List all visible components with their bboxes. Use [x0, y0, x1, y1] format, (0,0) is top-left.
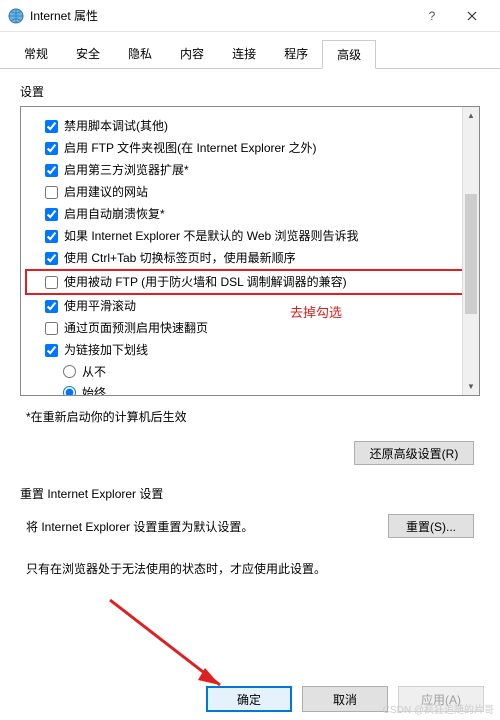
setting-item: 启用自动崩溃恢复*: [27, 203, 473, 225]
reset-section-label: 重置 Internet Explorer 设置: [20, 485, 480, 502]
setting-label: 启用自动崩溃恢复*: [64, 205, 165, 223]
radio-label: 始终: [82, 384, 106, 396]
settings-list: 禁用脚本调试(其他) 启用 FTP 文件夹视图(在 Internet Explo…: [20, 106, 480, 396]
setting-item: 启用 FTP 文件夹视图(在 Internet Explorer 之外): [27, 137, 473, 159]
checkbox[interactable]: [45, 230, 58, 243]
checkbox[interactable]: [45, 142, 58, 155]
tab-security[interactable]: 安全: [62, 40, 114, 68]
checkbox[interactable]: [45, 120, 58, 133]
setting-label: 使用被动 FTP (用于防火墙和 DSL 调制解调器的兼容): [64, 273, 347, 291]
restart-note: *在重新启动你的计算机后生效: [20, 396, 480, 441]
setting-label: 启用建议的网站: [64, 183, 148, 201]
restore-defaults-button[interactable]: 还原高级设置(R): [354, 441, 474, 465]
setting-label: 通过页面预测启用快速翻页: [64, 319, 208, 337]
checkbox[interactable]: [45, 164, 58, 177]
radio-item: 始终: [63, 382, 473, 396]
setting-item: 使用平滑滚动: [27, 295, 473, 317]
setting-item: 禁用脚本调试(其他): [27, 115, 473, 137]
checkbox[interactable]: [45, 276, 58, 289]
titlebar: Internet 属性 ?: [0, 0, 500, 32]
tab-connections[interactable]: 连接: [218, 40, 270, 68]
setting-item: 为链接加下划线: [27, 339, 473, 361]
tab-advanced[interactable]: 高级: [322, 40, 376, 69]
setting-label: 禁用脚本调试(其他): [64, 117, 168, 135]
checkbox[interactable]: [45, 252, 58, 265]
checkbox[interactable]: [45, 186, 58, 199]
reset-row: 将 Internet Explorer 设置重置为默认设置。 重置(S)...: [20, 514, 480, 552]
setting-label: 启用第三方浏览器扩展*: [64, 161, 189, 179]
scroll-up-icon[interactable]: ▲: [463, 107, 479, 124]
reset-note: 只有在浏览器处于无法使用的状态时，才应使用此设置。: [20, 552, 480, 577]
setting-item: 如果 Internet Explorer 不是默认的 Web 浏览器则告诉我: [27, 225, 473, 247]
setting-item: 使用 Ctrl+Tab 切换标签页时，使用最新顺序: [27, 247, 473, 269]
tab-bar: 常规 安全 隐私 内容 连接 程序 高级: [0, 32, 500, 69]
scroll-down-icon[interactable]: ▼: [463, 378, 479, 395]
ok-button[interactable]: 确定: [206, 686, 292, 712]
annotation-text: 去掉勾选: [290, 302, 342, 321]
help-button[interactable]: ?: [412, 1, 452, 31]
setting-label: 启用 FTP 文件夹视图(在 Internet Explorer 之外): [64, 139, 317, 157]
checkbox[interactable]: [45, 344, 58, 357]
restore-row: 还原高级设置(R): [20, 441, 480, 477]
tab-general[interactable]: 常规: [10, 40, 62, 68]
settings-label: 设置: [20, 83, 480, 100]
scrollbar-vertical[interactable]: ▲ ▼: [462, 107, 479, 395]
setting-label: 为链接加下划线: [64, 341, 148, 359]
arrow-annotation-icon: [100, 590, 240, 700]
setting-item: 通过页面预测启用快速翻页: [27, 317, 473, 339]
setting-label: 使用 Ctrl+Tab 切换标签页时，使用最新顺序: [64, 249, 296, 267]
radio-group: 从不 始终: [27, 361, 473, 396]
checkbox[interactable]: [45, 322, 58, 335]
radio[interactable]: [63, 365, 76, 378]
content-area: 设置 禁用脚本调试(其他) 启用 FTP 文件夹视图(在 Internet Ex…: [0, 69, 500, 585]
tab-programs[interactable]: 程序: [270, 40, 322, 68]
radio-label: 从不: [82, 363, 106, 380]
setting-label: 如果 Internet Explorer 不是默认的 Web 浏览器则告诉我: [64, 227, 359, 245]
close-button[interactable]: [452, 1, 492, 31]
reset-button[interactable]: 重置(S)...: [388, 514, 474, 538]
watermark: CSDN @疯狂追随的片哥: [383, 701, 494, 716]
setting-item-highlighted: 使用被动 FTP (用于防火墙和 DSL 调制解调器的兼容): [25, 269, 475, 295]
setting-item: 启用建议的网站: [27, 181, 473, 203]
reset-text: 将 Internet Explorer 设置重置为默认设置。: [26, 518, 368, 535]
radio-item: 从不: [63, 361, 473, 382]
tab-content[interactable]: 内容: [166, 40, 218, 68]
radio[interactable]: [63, 386, 76, 396]
checkbox[interactable]: [45, 208, 58, 221]
cancel-button[interactable]: 取消: [302, 686, 388, 712]
checkbox[interactable]: [45, 300, 58, 313]
globe-icon: [8, 8, 24, 24]
scroll-thumb[interactable]: [465, 194, 477, 314]
setting-item: 启用第三方浏览器扩展*: [27, 159, 473, 181]
setting-label: 使用平滑滚动: [64, 297, 136, 315]
tab-privacy[interactable]: 隐私: [114, 40, 166, 68]
window-title: Internet 属性: [30, 7, 412, 24]
